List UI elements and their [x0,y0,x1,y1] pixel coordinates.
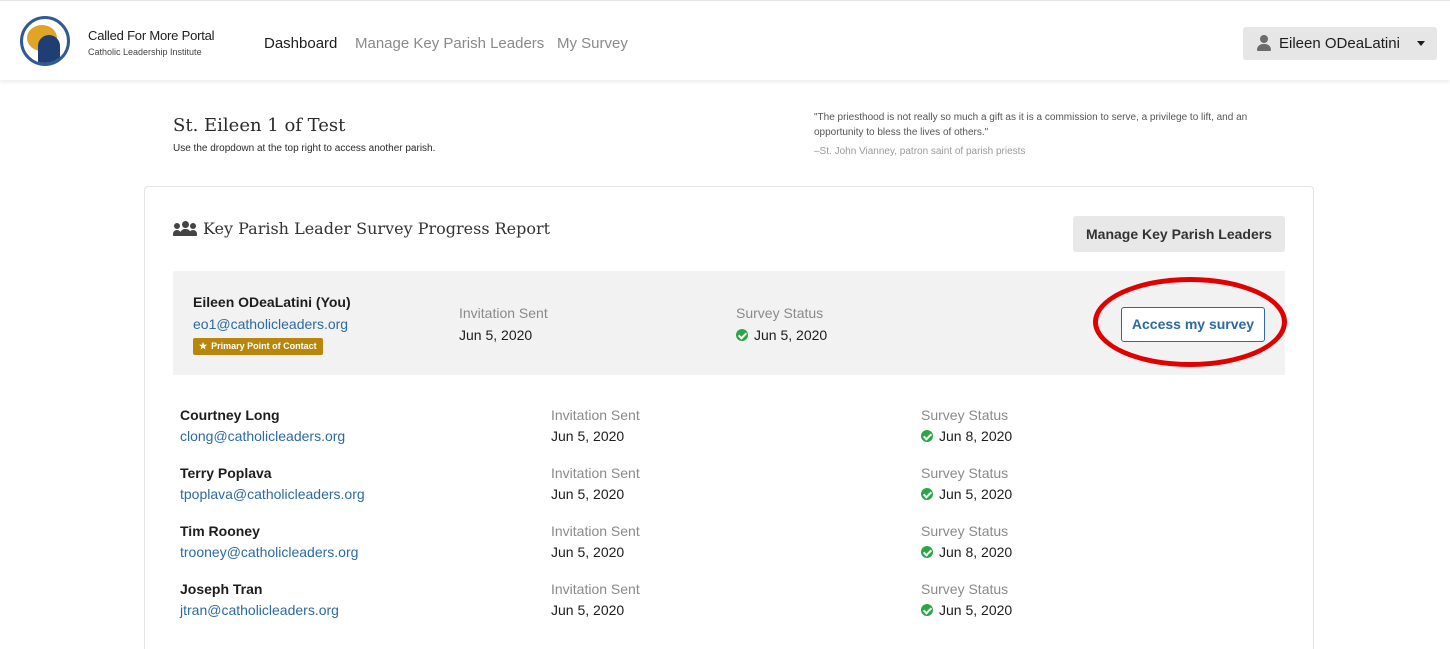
check-circle-icon [736,329,748,341]
logo-figure-shape [38,35,60,63]
leader-name: Joseph Tran [180,581,263,597]
nav-my-survey[interactable]: My Survey [557,35,628,52]
parish-subtitle: Use the dropdown at the top right to acc… [173,143,436,154]
invitation-label: Invitation Sent [551,407,640,423]
survey-status-value: Jun 5, 2020 [736,327,827,343]
user-icon [1257,35,1271,51]
user-menu-dropdown[interactable]: Eileen ODeaLatini [1243,27,1437,60]
survey-status-value: Jun 8, 2020 [921,428,1012,444]
caret-down-icon [1417,41,1425,46]
survey-status-value: Jun 5, 2020 [921,602,1012,618]
report-title: Key Parish Leader Survey Progress Report [203,219,551,238]
portal-logo[interactable] [20,16,70,66]
invitation-label: Invitation Sent [551,581,640,597]
check-circle-icon [921,546,933,558]
leader-name: Tim Rooney [180,523,260,539]
nav-dashboard[interactable]: Dashboard [264,35,337,52]
survey-status-value: Jun 5, 2020 [921,486,1012,502]
survey-status-value: Jun 8, 2020 [921,544,1012,560]
survey-status-label: Survey Status [921,465,1009,481]
survey-status-label: Survey Status [736,305,824,321]
invitation-label: Invitation Sent [459,305,548,321]
survey-status-label: Survey Status [921,523,1009,539]
top-navbar: Called For More Portal Catholic Leadersh… [0,0,1450,80]
primary-contact-badge: ★ Primary Point of Contact [193,338,323,355]
invitation-date: Jun 5, 2020 [459,327,533,343]
parish-name: St. Eileen 1 of Test [173,115,346,136]
invitation-date: Jun 5, 2020 [551,544,625,560]
check-circle-icon [921,488,933,500]
highlight-annotation-ellipse [1093,277,1287,367]
leader-email-link[interactable]: clong@catholicleaders.org [180,428,345,444]
invitation-label: Invitation Sent [551,465,640,481]
progress-report-card: Key Parish Leader Survey Progress Report… [144,186,1314,649]
invitation-date: Jun 5, 2020 [551,428,625,444]
user-name: Eileen ODeaLatini [1279,35,1400,52]
leader-email-link[interactable]: jtran@catholicleaders.org [180,602,339,618]
survey-status-label: Survey Status [921,407,1009,423]
leader-name: Terry Poplava [180,465,272,481]
leader-email-link[interactable]: eo1@catholicleaders.org [193,316,348,332]
manage-key-parish-leaders-button[interactable]: Manage Key Parish Leaders [1073,216,1285,252]
check-circle-icon [921,604,933,616]
leader-name: Courtney Long [180,407,280,423]
star-icon: ★ [199,341,208,351]
survey-status-label: Survey Status [921,581,1009,597]
invitation-label: Invitation Sent [551,523,640,539]
nav-manage-key-parish-leaders[interactable]: Manage Key Parish Leaders [355,35,544,52]
check-circle-icon [921,430,933,442]
leader-email-link[interactable]: tpoplava@catholicleaders.org [180,486,365,502]
leader-email-link[interactable]: trooney@catholicleaders.org [180,544,358,560]
brand-subtitle: Catholic Leadership Institute [88,47,202,57]
quote-attribution: –St. John Vianney, patron saint of paris… [814,146,1026,157]
quote-text: "The priesthood is not really so much a … [814,112,1248,138]
leader-name: Eileen ODeaLatini (You) [193,294,351,310]
invitation-date: Jun 5, 2020 [551,486,625,502]
brand-title[interactable]: Called For More Portal [88,28,215,43]
invitation-date: Jun 5, 2020 [551,602,625,618]
